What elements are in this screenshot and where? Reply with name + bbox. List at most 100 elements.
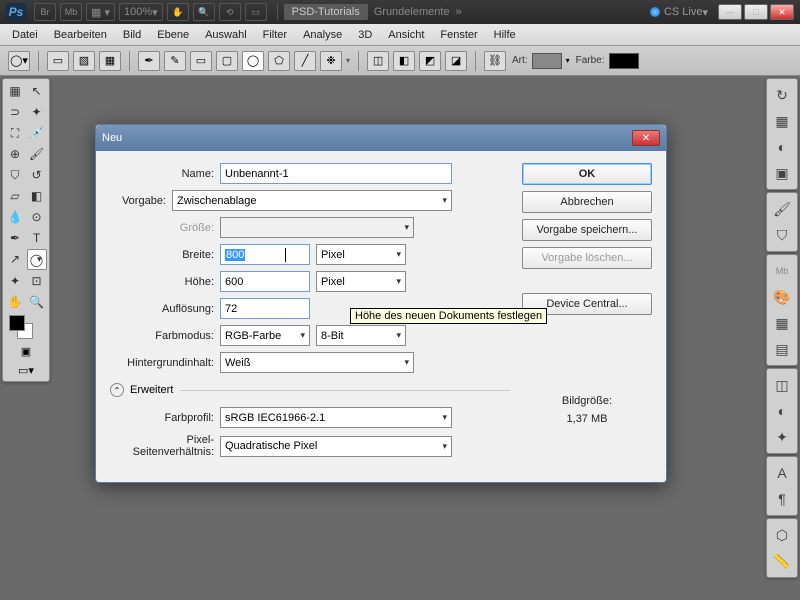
extras-icon[interactable]: ▭ xyxy=(245,3,267,21)
combine-icon[interactable]: ◫ xyxy=(367,51,389,71)
heal-tool-icon[interactable]: ⊕ xyxy=(5,144,25,164)
ok-button[interactable]: OK xyxy=(522,163,652,185)
char-panel-icon[interactable]: A xyxy=(770,461,794,485)
adjust-panel-icon[interactable]: ◐ xyxy=(770,135,794,159)
type-tool-icon[interactable]: T xyxy=(27,228,47,248)
menu-3d[interactable]: 3D xyxy=(350,26,380,44)
eraser-tool-icon[interactable]: ▱ xyxy=(5,186,25,206)
history-brush-icon[interactable]: ↺ xyxy=(27,165,47,185)
lasso-tool-icon[interactable]: ⊃ xyxy=(5,102,25,122)
maximize-button[interactable]: □ xyxy=(744,4,768,20)
paths-icon[interactable]: ▧ xyxy=(73,51,95,71)
3d-camera-icon[interactable]: ⊡ xyxy=(27,271,47,291)
styles-panel-icon[interactable]: ▤ xyxy=(770,337,794,361)
hand-tool-icon[interactable]: ✋ xyxy=(5,292,25,312)
pen-tool-icon[interactable]: ✒ xyxy=(5,228,25,248)
name-input[interactable] xyxy=(220,163,452,184)
menu-hilfe[interactable]: Hilfe xyxy=(486,26,524,44)
exclude-icon[interactable]: ◪ xyxy=(445,51,467,71)
resolution-input[interactable] xyxy=(220,298,310,319)
menu-datei[interactable]: Datei xyxy=(4,26,46,44)
ps-logo-icon[interactable]: Ps xyxy=(6,3,26,21)
marquee-tool-icon[interactable]: ↖ xyxy=(27,81,47,101)
menu-auswahl[interactable]: Auswahl xyxy=(197,26,255,44)
workspace-grundelemente[interactable]: Grundelemente xyxy=(374,6,450,18)
bitdepth-select[interactable]: 8-Bit xyxy=(316,325,406,346)
hand-icon[interactable]: ✋ xyxy=(167,3,189,21)
workspace-psd-tutorials[interactable]: PSD-Tutorials xyxy=(284,4,368,20)
width-unit-select[interactable]: Pixel xyxy=(316,244,406,265)
link-icon[interactable]: ⛓ xyxy=(484,51,506,71)
dodge-tool-icon[interactable]: ⊙ xyxy=(27,207,47,227)
bridge-button[interactable]: Br xyxy=(34,3,56,21)
pixelaspect-select[interactable]: Quadratische Pixel xyxy=(220,436,452,457)
menu-bild[interactable]: Bild xyxy=(115,26,149,44)
rect-shape-icon[interactable]: ▭ xyxy=(190,51,212,71)
height-input[interactable] xyxy=(220,271,310,292)
menu-analyse[interactable]: Analyse xyxy=(295,26,350,44)
menu-bearbeiten[interactable]: Bearbeiten xyxy=(46,26,115,44)
3d-tool-icon[interactable]: ✦ xyxy=(5,271,25,291)
channels-panel-icon[interactable]: ◐ xyxy=(770,399,794,423)
eyedropper-tool-icon[interactable]: 💉 xyxy=(27,123,47,143)
dialog-close-button[interactable]: ✕ xyxy=(632,130,660,146)
brushes-panel-icon[interactable]: 🖌 xyxy=(770,197,794,221)
custom-shape-icon[interactable]: ❉ xyxy=(320,51,342,71)
colormode-select[interactable]: RGB-Farbe xyxy=(220,325,310,346)
shape-layers-icon[interactable]: ▭ xyxy=(47,51,69,71)
cs-live-button[interactable]: CS Live ▾ xyxy=(650,6,708,19)
layers-panel-icon[interactable]: ◫ xyxy=(770,373,794,397)
minimize-button[interactable]: — xyxy=(718,4,742,20)
clone-panel-icon[interactable]: ⛉ xyxy=(770,223,794,247)
history-panel-icon[interactable]: ↻ xyxy=(770,83,794,107)
swatches-panel-icon[interactable]: ▦ xyxy=(770,311,794,335)
color-picker[interactable] xyxy=(5,313,47,341)
zoom-select[interactable]: 100% ▾ xyxy=(119,3,163,21)
zoom-icon[interactable]: 🔍 xyxy=(193,3,215,21)
profile-select[interactable]: sRGB IEC61966-2.1 xyxy=(220,407,452,428)
stamp-tool-icon[interactable]: ⛉ xyxy=(5,165,25,185)
minibridge-button[interactable]: Mb xyxy=(60,3,82,21)
actions-panel-icon[interactable]: ▦ xyxy=(770,109,794,133)
crop-tool-icon[interactable]: ⛶ xyxy=(5,123,25,143)
path-select-icon[interactable]: ↗ xyxy=(5,249,25,269)
menu-ansicht[interactable]: Ansicht xyxy=(380,26,432,44)
blur-tool-icon[interactable]: 💧 xyxy=(5,207,25,227)
cancel-button[interactable]: Abbrechen xyxy=(522,191,652,213)
quickmask-icon[interactable]: ▣ xyxy=(5,342,47,360)
subtract-icon[interactable]: ◧ xyxy=(393,51,415,71)
background-select[interactable]: Weiß xyxy=(220,352,414,373)
masks-panel-icon[interactable]: ▣ xyxy=(770,161,794,185)
menu-filter[interactable]: Filter xyxy=(255,26,295,44)
freeform-icon[interactable]: ✎ xyxy=(164,51,186,71)
screenmode-icon[interactable]: ▭▾ xyxy=(5,361,47,379)
tool-preset[interactable]: ◯▾ xyxy=(8,51,30,71)
app-close-button[interactable]: ✕ xyxy=(770,4,794,20)
measure-panel-icon[interactable]: 📏 xyxy=(770,549,794,573)
width-input[interactable]: 800 xyxy=(220,244,310,265)
color-panel-icon[interactable]: 🎨 xyxy=(770,285,794,309)
3d-panel-icon[interactable]: ⬡ xyxy=(770,523,794,547)
paths-panel-icon[interactable]: ✦ xyxy=(770,425,794,449)
intersect-icon[interactable]: ◩ xyxy=(419,51,441,71)
line-shape-icon[interactable]: ╱ xyxy=(294,51,316,71)
ellipse-shape-icon[interactable]: ◯ xyxy=(242,51,264,71)
mb-panel-icon[interactable]: Mb xyxy=(770,259,794,283)
pen-icon[interactable]: ✒ xyxy=(138,51,160,71)
brush-tool-icon[interactable]: 🖌 xyxy=(27,144,47,164)
gradient-tool-icon[interactable]: ◧ xyxy=(27,186,47,206)
style-swatch[interactable] xyxy=(532,53,562,69)
move-tool-icon[interactable]: ▦ xyxy=(5,81,25,101)
color-swatch[interactable] xyxy=(609,53,639,69)
chevron-right-icon[interactable]: » xyxy=(456,6,462,18)
chevron-down-icon[interactable]: ▾ xyxy=(346,56,350,65)
view-mode-select[interactable]: ▦ ▾ xyxy=(86,3,115,21)
menu-fenster[interactable]: Fenster xyxy=(432,26,485,44)
dialog-titlebar[interactable]: Neu ✕ xyxy=(96,125,666,151)
save-preset-button[interactable]: Vorgabe speichern... xyxy=(522,219,652,241)
roundrect-shape-icon[interactable]: ▢ xyxy=(216,51,238,71)
preset-select[interactable]: Zwischenablage xyxy=(172,190,452,211)
para-panel-icon[interactable]: ¶ xyxy=(770,487,794,511)
zoom-tool-icon[interactable]: 🔍 xyxy=(27,292,47,312)
height-unit-select[interactable]: Pixel xyxy=(316,271,406,292)
